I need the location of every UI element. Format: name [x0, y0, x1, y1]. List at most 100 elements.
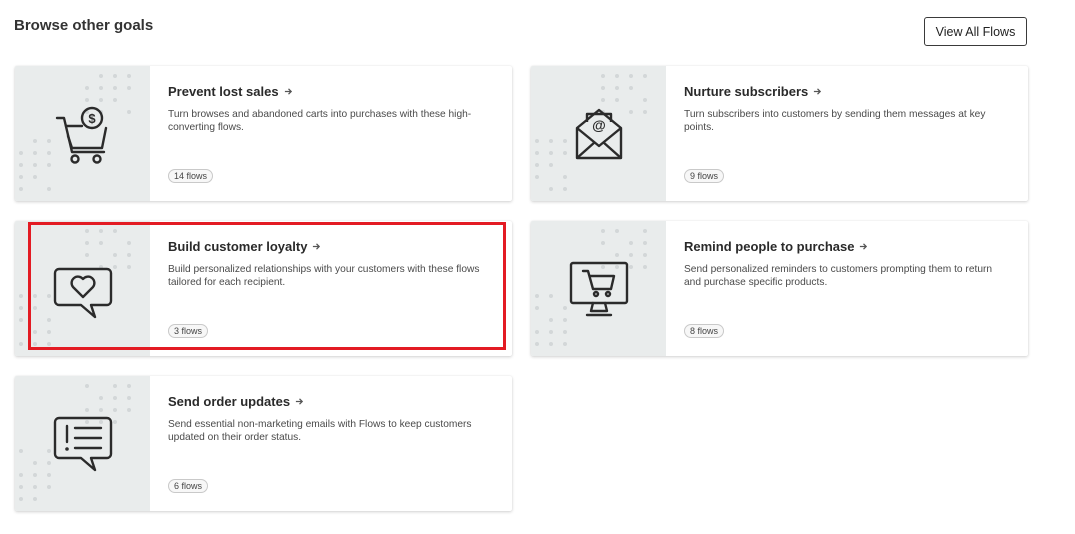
decorative-dot — [85, 384, 89, 388]
decorative-dot — [629, 241, 633, 245]
goal-card-prevent-lost-sales[interactable]: $ Prevent lost sales Turn browses and ab… — [15, 66, 512, 201]
decorative-dot — [99, 229, 103, 233]
decorative-dot — [629, 74, 633, 78]
decorative-dot — [33, 485, 37, 489]
decorative-dot — [127, 408, 131, 412]
decorative-dot — [113, 396, 117, 400]
decorative-dot — [535, 294, 539, 298]
card-title[interactable]: Nurture subscribers — [684, 84, 1010, 99]
decorative-dot — [535, 175, 539, 179]
decorative-dot — [47, 330, 51, 334]
decorative-dot — [19, 175, 23, 179]
decorative-dot — [535, 139, 539, 143]
card-description: Send essential non-marketing emails with… — [168, 419, 472, 443]
arrow-right-icon — [860, 243, 868, 250]
card-description: Turn subscribers into customers by sendi… — [684, 109, 986, 133]
decorative-dot — [33, 151, 37, 155]
decorative-dot — [33, 497, 37, 501]
card-description: Turn browses and abandoned carts into pu… — [168, 109, 472, 133]
decorative-dot — [47, 187, 51, 191]
card-title[interactable]: Build customer loyalty — [168, 239, 494, 254]
view-all-flows-button[interactable]: View All Flows — [924, 17, 1027, 46]
arrow-right-icon — [313, 243, 321, 250]
decorative-dot — [113, 86, 117, 90]
decorative-dot — [127, 396, 131, 400]
decorative-dot — [33, 139, 37, 143]
decorative-dot — [33, 342, 37, 346]
decorative-dot — [19, 294, 23, 298]
goal-card-send-order-updates[interactable]: Send order updates Send essential non-ma… — [15, 376, 512, 511]
card-description: Send personalized reminders to customers… — [684, 264, 993, 288]
heart-chat-bubble-icon — [53, 267, 113, 319]
card-image — [531, 221, 666, 356]
card-title[interactable]: Remind people to purchase — [684, 239, 1010, 254]
card-image: $ — [15, 66, 150, 201]
decorative-dot — [127, 86, 131, 90]
decorative-dot — [19, 342, 23, 346]
page-title: Browse other goals — [14, 17, 154, 34]
shopping-cart-dollar-icon: $ — [55, 106, 108, 164]
decorative-dot — [643, 253, 647, 257]
decorative-dot — [99, 86, 103, 90]
decorative-dot — [563, 342, 567, 346]
arrow-right-icon — [814, 88, 822, 95]
decorative-dot — [19, 497, 23, 501]
decorative-dot — [549, 342, 553, 346]
decorative-dot — [19, 306, 23, 310]
goal-card-build-customer-loyalty[interactable]: Build customer loyalty Build personalize… — [15, 221, 512, 356]
decorative-dot — [615, 74, 619, 78]
decorative-dot — [535, 342, 539, 346]
decorative-dot — [629, 86, 633, 90]
card-image — [15, 221, 150, 356]
svg-text:$: $ — [88, 111, 96, 126]
svg-text:@: @ — [592, 117, 606, 133]
flow-count-badge: 9 flows — [684, 169, 725, 183]
decorative-dot — [549, 294, 553, 298]
decorative-dot — [615, 229, 619, 233]
flow-count-badge: 3 flows — [168, 324, 209, 338]
decorative-dot — [549, 151, 553, 155]
decorative-dot — [33, 330, 37, 334]
decorative-dot — [127, 384, 131, 388]
decorative-dot — [113, 74, 117, 78]
decorative-dot — [563, 175, 567, 179]
decorative-dot — [99, 74, 103, 78]
decorative-dot — [615, 86, 619, 90]
decorative-dot — [643, 98, 647, 102]
decorative-dot — [19, 473, 23, 477]
goal-card-nurture-subscribers[interactable]: @ Nurture subscribers Turn subscribers i… — [531, 66, 1028, 201]
decorative-dot — [643, 229, 647, 233]
arrow-right-icon — [284, 88, 292, 95]
decorative-dot — [85, 241, 89, 245]
decorative-dot — [549, 163, 553, 167]
decorative-dot — [535, 330, 539, 334]
flow-count-badge: 14 flows — [168, 169, 214, 183]
arrow-right-icon — [295, 398, 304, 405]
decorative-dot — [85, 229, 89, 233]
email-envelope-icon: @ — [575, 108, 623, 160]
decorative-dot — [563, 187, 567, 191]
goal-card-remind-people-to-purchase[interactable]: Remind people to purchase Send personali… — [531, 221, 1028, 356]
decorative-dot — [19, 485, 23, 489]
decorative-dot — [33, 306, 37, 310]
decorative-dot — [601, 229, 605, 233]
decorative-dot — [33, 461, 37, 465]
decorative-dot — [99, 241, 103, 245]
decorative-dot — [643, 241, 647, 245]
decorative-dot — [535, 163, 539, 167]
decorative-dot — [643, 110, 647, 114]
decorative-dot — [127, 253, 131, 257]
decorative-dot — [113, 384, 117, 388]
decorative-dot — [549, 187, 553, 191]
decorative-dot — [19, 163, 23, 167]
card-title[interactable]: Prevent lost sales — [168, 84, 494, 99]
decorative-dot — [33, 294, 37, 298]
decorative-dot — [127, 241, 131, 245]
card-title[interactable]: Send order updates — [168, 394, 494, 409]
monitor-cart-icon — [569, 261, 629, 317]
decorative-dot — [47, 485, 51, 489]
flow-count-badge: 6 flows — [168, 479, 209, 493]
decorative-dot — [535, 306, 539, 310]
decorative-dot — [601, 241, 605, 245]
decorative-dot — [33, 163, 37, 167]
